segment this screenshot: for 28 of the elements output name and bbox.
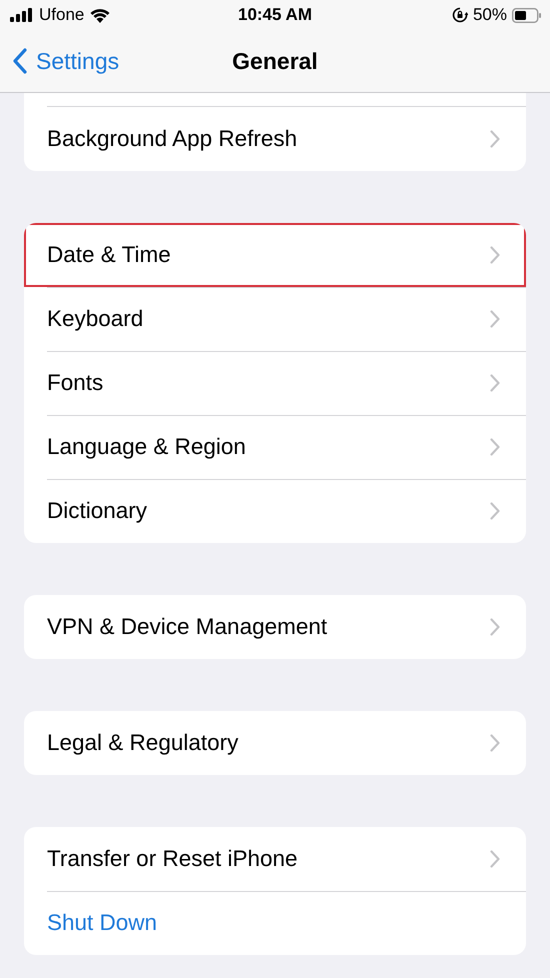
settings-row[interactable]: Transfer or Reset iPhone — [24, 827, 526, 891]
settings-row[interactable]: Keyboard — [24, 287, 526, 351]
chevron-icon — [490, 850, 500, 868]
chevron-icon — [490, 438, 500, 456]
signal-icon — [10, 8, 34, 22]
settings-row[interactable]: Language & Region — [24, 415, 526, 479]
chevron-icon — [490, 130, 500, 148]
wifi-icon — [89, 7, 112, 23]
action-row[interactable]: Shut Down — [24, 891, 526, 955]
settings-row[interactable]: Dictionary — [24, 479, 526, 543]
back-button[interactable]: Settings — [0, 48, 120, 74]
settings-row[interactable]: Legal & Regulatory — [24, 711, 526, 775]
page-title: General — [232, 48, 318, 74]
chevron-icon — [490, 310, 500, 328]
chevron-icon — [490, 734, 500, 752]
settings-row[interactable]: Fonts — [24, 351, 526, 415]
chevron-icon — [490, 502, 500, 520]
chevron-icon — [490, 246, 500, 264]
settings-row[interactable]: Date & Time — [24, 223, 526, 287]
battery-icon — [512, 8, 542, 22]
chevron-icon — [490, 618, 500, 636]
settings-row[interactable]: VPN & Device Management — [24, 595, 526, 659]
carrier-name: Ufone — [39, 5, 84, 25]
orientation-lock-icon — [452, 7, 468, 23]
battery-percentage: 50% — [472, 5, 507, 25]
back-chevron-icon — [12, 48, 28, 74]
chevron-icon — [490, 374, 500, 392]
clock-time: 10:45 AM — [238, 5, 312, 24]
